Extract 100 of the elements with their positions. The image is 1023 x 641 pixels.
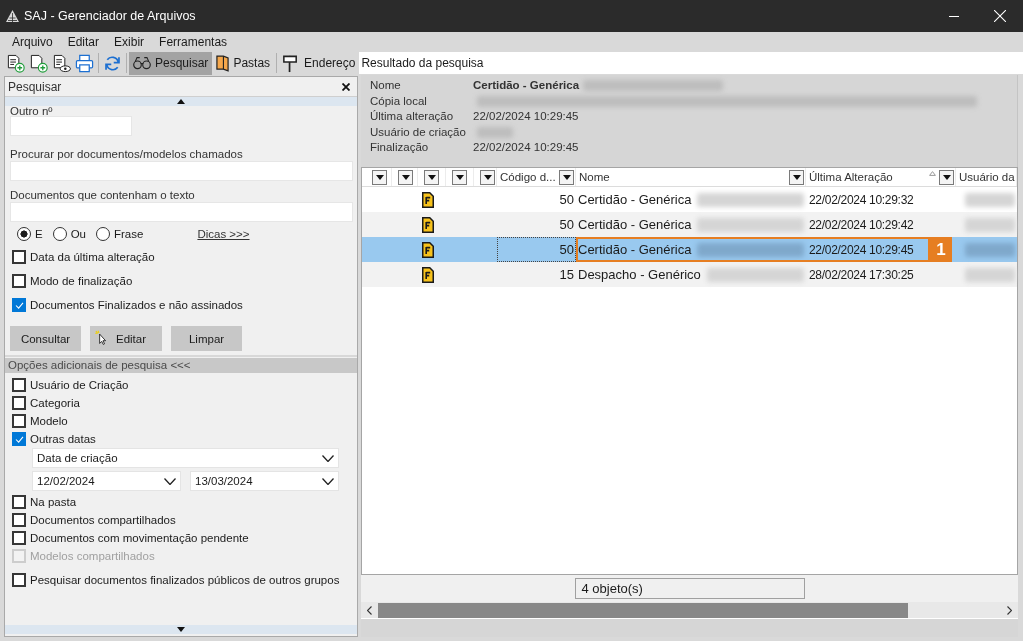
toolbar-toggle-button[interactable]: Pesquisar: [129, 51, 213, 75]
status-panel: 4 objeto(s): [574, 578, 805, 599]
column-header[interactable]: Última Alteração: [809, 171, 939, 183]
caret-down-icon: [375, 174, 384, 180]
column-menu-button[interactable]: [559, 169, 574, 185]
field-value: 22/02/2024 10:29:45: [473, 109, 579, 124]
text-field[interactable]: [10, 202, 353, 222]
table-row[interactable]: 15 Despacho - Genérico 28/02/2024 17:30:25: [362, 262, 1017, 287]
column-header[interactable]: Código d...: [500, 171, 559, 183]
tips-link[interactable]: Dicas >>>: [197, 228, 250, 240]
close-icon[interactable]: [342, 82, 350, 91]
document-icon: [422, 216, 434, 233]
address-field[interactable]: Resultado da pesquisa: [359, 52, 1023, 74]
table-cell: 22/02/2024 10:29:32: [809, 192, 914, 207]
radio-button[interactable]: [52, 227, 67, 241]
caret-up-icon: [177, 99, 185, 104]
field-value: 22/02/2024 10:29:45: [473, 140, 579, 155]
sort-icon: [929, 171, 936, 176]
panel-button[interactable]: Editar: [90, 326, 163, 351]
checkbox[interactable]: [12, 432, 26, 446]
chevron-down-icon: [164, 477, 176, 485]
callout-badge: 1: [930, 237, 952, 262]
table-cell: 22/02/2024 10:29:45: [809, 242, 914, 257]
table-row[interactable]: 50 Certidão - Genérica 22/02/2024 10:29:32: [362, 187, 1017, 212]
document-icon: [422, 191, 434, 208]
column-menu-button[interactable]: [480, 169, 495, 185]
chevron-left-icon[interactable]: [367, 605, 372, 615]
column-menu-button[interactable]: [372, 169, 387, 185]
horizontal-scrollbar[interactable]: [361, 602, 1018, 618]
menu-item[interactable]: Ferramentas: [152, 34, 236, 49]
table-cell: Despacho - Genérico: [578, 267, 701, 282]
menu-item[interactable]: Arquivo: [5, 34, 61, 49]
radio-button[interactable]: [17, 227, 31, 241]
checkbox[interactable]: [12, 531, 26, 545]
caret-down-icon: [792, 174, 801, 180]
date-dropdown[interactable]: 12/02/2024: [32, 471, 181, 491]
checkbox-label: Documentos compartilhados: [30, 514, 176, 526]
caret-down-icon: [942, 174, 951, 180]
table-row[interactable]: 50 Certidão - Genérica 22/02/2024 10:29:42: [362, 212, 1017, 237]
checkbox-label: Modelos compartilhados: [30, 550, 155, 562]
date-dropdown[interactable]: 13/03/2024: [190, 471, 339, 491]
checkbox-label: Categoria: [30, 397, 80, 409]
column-menu-button[interactable]: [452, 169, 467, 185]
table-cell: 50: [497, 237, 576, 262]
checkbox[interactable]: [12, 573, 26, 587]
section-header[interactable]: Opções adicionais de pesquisa <<<: [5, 358, 357, 373]
toolbar-toggle-button[interactable]: Pastas: [212, 51, 275, 75]
caret-down-icon: [562, 174, 571, 180]
column-header[interactable]: Nome: [579, 171, 789, 183]
checkbox[interactable]: [12, 396, 26, 410]
table-cell: Certidão - Genérica: [578, 242, 692, 257]
radio-button[interactable]: [96, 227, 110, 241]
checkmark-icon: [14, 301, 24, 309]
chevron-right-icon[interactable]: [1007, 605, 1012, 615]
table-cell: Certidão - Genérica: [578, 192, 692, 207]
column-menu-button[interactable]: [398, 169, 413, 185]
checkbox-label: Na pasta: [30, 496, 77, 508]
field-label: Cópia local: [370, 93, 428, 109]
checkmark-icon: [14, 435, 24, 443]
cursor-icon: [95, 330, 106, 345]
panel-button[interactable]: Consultar: [10, 326, 81, 351]
menu-item[interactable]: Exibir: [107, 34, 153, 49]
document-icon: [422, 266, 434, 283]
column-header[interactable]: Usuário da: [959, 171, 1015, 183]
checkbox[interactable]: [12, 250, 26, 264]
panel-title: Pesquisar: [8, 79, 62, 94]
panel-button[interactable]: Limpar: [171, 326, 243, 351]
text-field[interactable]: [10, 161, 353, 181]
checkbox[interactable]: [12, 495, 26, 509]
triangle-icon: [6, 10, 19, 22]
checkbox-label: Modelo: [30, 415, 68, 427]
field-label: Finalização: [370, 140, 430, 155]
close-icon: [994, 10, 1006, 22]
field-label: Outro nº: [10, 106, 54, 116]
checkbox[interactable]: [12, 414, 26, 428]
refresh-icon: [103, 53, 122, 73]
text-field[interactable]: [10, 116, 132, 136]
checkbox[interactable]: [12, 378, 26, 392]
document-eye-icon: [52, 53, 71, 73]
checkbox[interactable]: [12, 513, 26, 527]
checkbox-label: Documentos com movimentação pendente: [30, 532, 249, 544]
radio-label: Frase: [114, 228, 144, 240]
column-menu-button[interactable]: [939, 169, 954, 185]
checkbox[interactable]: [12, 298, 26, 312]
column-menu-button[interactable]: [789, 169, 804, 185]
field-label: Documentos que contenham o texto: [10, 188, 196, 202]
dropdown[interactable]: Data de criação: [32, 448, 339, 468]
field-value: Certidão - Genérica: [473, 78, 580, 93]
scrollbar-thumb[interactable]: [378, 602, 908, 618]
column-menu-button[interactable]: [424, 169, 439, 185]
caret-down-icon: [177, 627, 185, 632]
folder-icon: [216, 54, 230, 72]
checkbox[interactable]: [12, 274, 26, 288]
menu-item[interactable]: Editar: [60, 34, 108, 49]
checkbox-label: Outras datas: [30, 433, 96, 445]
chevron-down-icon: [322, 454, 334, 462]
field-label: Nome: [370, 78, 402, 93]
field-label: Procurar por documentos/modelos chamados: [10, 147, 244, 161]
table-row[interactable]: 50 Certidão - Genérica 22/02/2024 10:29:45 1: [362, 237, 1017, 262]
field-label: Última alteração: [370, 109, 455, 124]
